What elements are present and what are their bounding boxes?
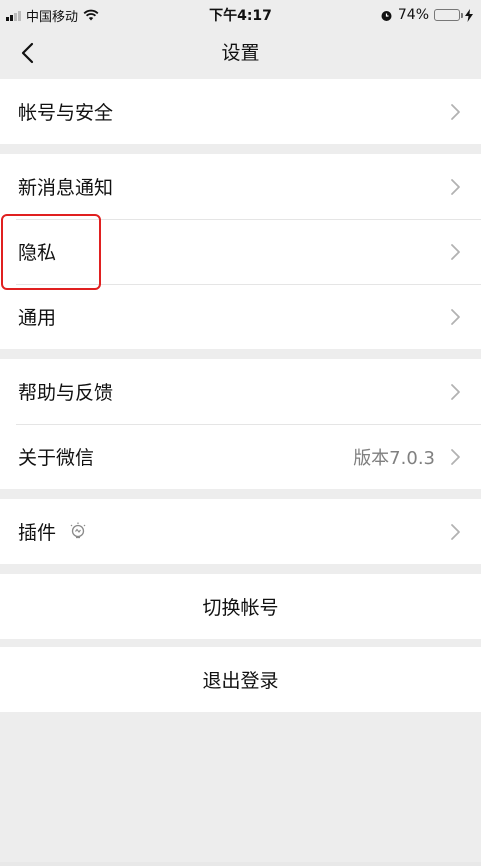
list-item-label: 插件 <box>18 522 57 544</box>
chevron-right-icon <box>451 244 460 260</box>
settings-group-account: 帐号与安全 <box>0 79 481 144</box>
chevron-right-icon <box>451 384 460 400</box>
list-item-account-security[interactable]: 帐号与安全 <box>0 79 481 144</box>
highlight-box <box>1 214 101 290</box>
logout-button[interactable]: 退出登录 <box>0 647 481 712</box>
chevron-right-icon <box>451 309 460 325</box>
battery-percent: 74% <box>397 7 429 23</box>
list-item-label: 帮助与反馈 <box>18 382 114 404</box>
page-title: 设置 <box>221 42 260 64</box>
chevron-right-icon <box>451 104 460 120</box>
status-right: 74% <box>380 0 473 30</box>
settings-group-help: 帮助与反馈 关于微信 版本7.0.3 <box>0 359 481 489</box>
version-value: 版本7.0.3 <box>353 447 435 469</box>
list-item-plugins[interactable]: 插件 <box>0 499 481 564</box>
list-item-general[interactable]: 通用 <box>0 284 481 349</box>
home-indicator-bar <box>0 862 481 866</box>
list-item-label: 关于微信 <box>18 447 95 469</box>
list-item-notifications[interactable]: 新消息通知 <box>0 154 481 219</box>
switch-account-button[interactable]: 切换帐号 <box>0 574 481 639</box>
list-item-about[interactable]: 关于微信 版本7.0.3 <box>0 424 481 489</box>
nav-bar: 设置 <box>0 30 481 76</box>
alarm-icon <box>381 10 392 21</box>
logout-group: 退出登录 <box>0 647 481 712</box>
switch-account-group: 切换帐号 <box>0 574 481 639</box>
logout-label: 退出登录 <box>202 670 279 692</box>
chevron-right-icon <box>451 179 460 195</box>
status-bar: 中国移动 下午4:17 74% <box>0 0 481 30</box>
settings-group-plugins: 插件 <box>0 499 481 564</box>
charging-icon <box>465 8 473 22</box>
lightbulb-icon <box>70 522 86 539</box>
battery-icon <box>434 9 463 21</box>
list-item-help-feedback[interactable]: 帮助与反馈 <box>0 359 481 424</box>
list-item-label: 通用 <box>18 307 57 329</box>
list-item-label: 帐号与安全 <box>18 102 114 124</box>
chevron-right-icon <box>451 449 460 465</box>
chevron-right-icon <box>451 524 460 540</box>
list-item-label: 新消息通知 <box>18 177 114 199</box>
switch-account-label: 切换帐号 <box>202 597 279 619</box>
